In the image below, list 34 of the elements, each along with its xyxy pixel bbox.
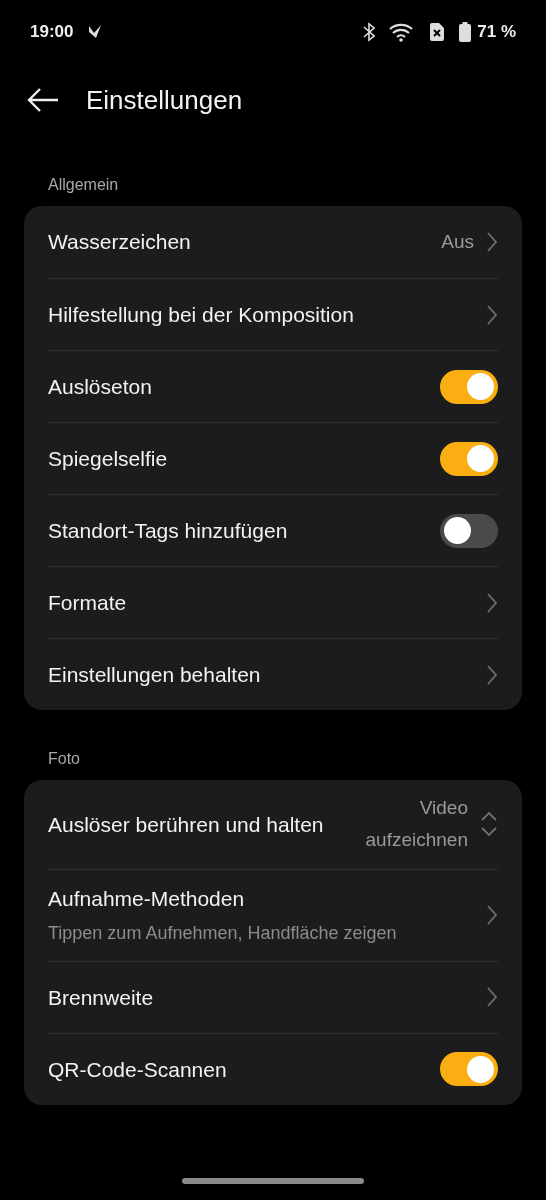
toggle-switch[interactable] — [440, 513, 498, 548]
section-title: Foto — [47, 749, 81, 769]
up-down-chevron-icon — [480, 810, 498, 839]
chevron-right-icon — [486, 591, 498, 614]
setting-label: Spiegelselfie — [48, 445, 169, 472]
setting-label: Standort-Tags hinzufügen — [48, 517, 289, 544]
setting-label: Aufnahme-Methoden — [48, 885, 246, 912]
toggle-switch[interactable] — [440, 369, 498, 404]
page-title: Einstellungen — [86, 84, 243, 116]
chevron-right-icon — [486, 303, 498, 326]
chevron-right-icon — [486, 231, 498, 253]
setting-label: Wasserzeichen — [48, 229, 192, 256]
setting-label: Auslöseton — [48, 373, 153, 400]
setting-label: Einstellungen behalten — [48, 661, 262, 688]
status-time: 19:00 — [30, 22, 74, 42]
toggle-switch[interactable] — [440, 441, 498, 476]
setting-description: Tippen zum Aufnehmen, Handfläche zeigen — [48, 922, 398, 946]
bluetooth-icon — [363, 22, 376, 42]
setting-label: Formate — [48, 589, 128, 616]
toggle-switch[interactable] — [440, 1052, 498, 1087]
sim-card-icon — [429, 22, 446, 42]
setting-label: QR-Code-Scannen — [48, 1056, 228, 1083]
setting-value: Video aufzeichnen — [364, 796, 468, 853]
setting-value: Aus — [441, 229, 474, 254]
setting-label: Brennweite — [48, 984, 155, 1011]
battery-icon — [459, 22, 472, 42]
chevron-right-icon — [486, 904, 498, 927]
battery-percentage: 71 % — [477, 22, 516, 42]
chevron-right-icon — [486, 663, 498, 686]
chevron-right-icon — [486, 986, 498, 1009]
back-button[interactable] — [26, 87, 60, 113]
setting-label: Auslöser berühren und halten — [48, 811, 325, 838]
section-title: Allgemein — [47, 175, 120, 195]
setting-label: Hilfestellung bei der Komposition — [48, 301, 355, 328]
